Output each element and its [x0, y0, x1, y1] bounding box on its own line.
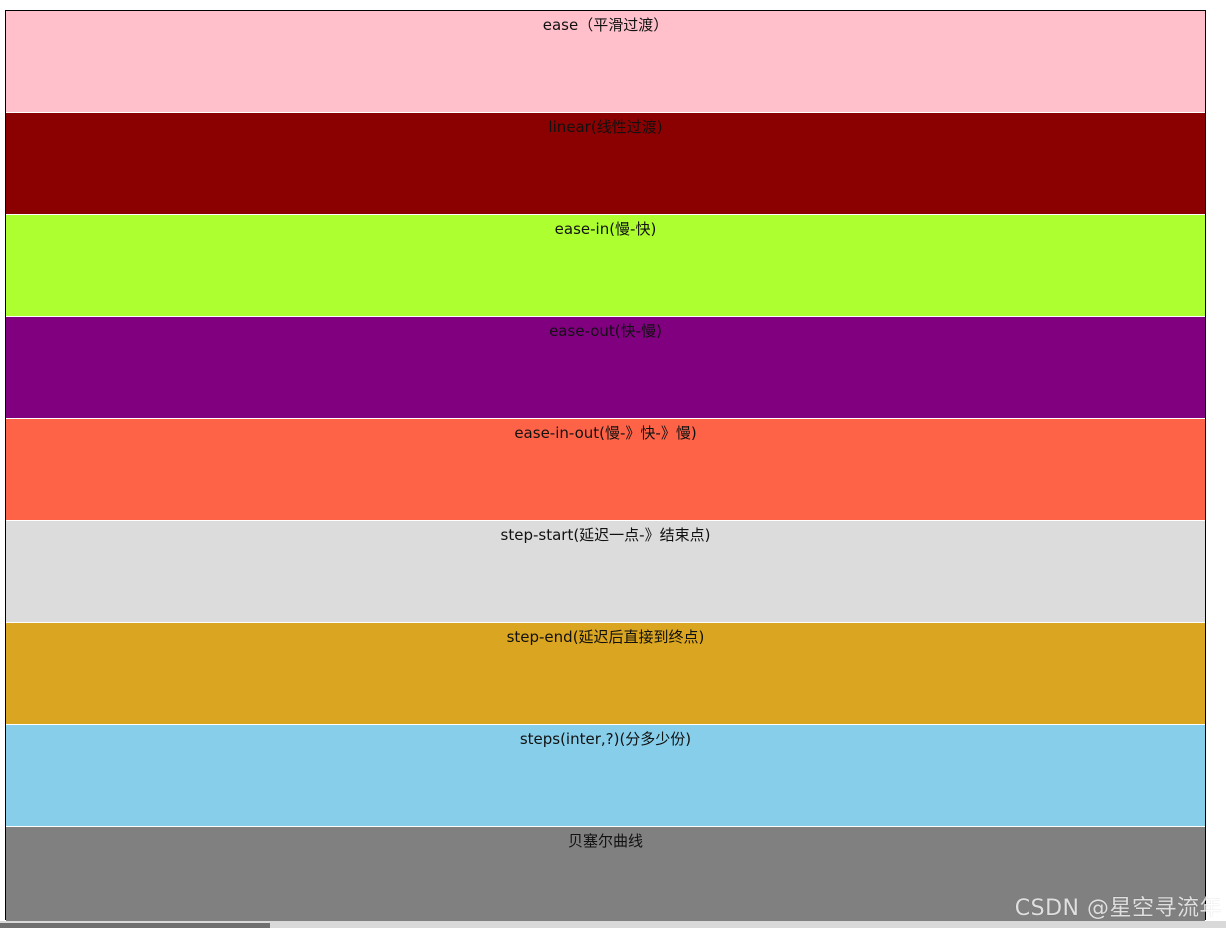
scrollbar-thumb[interactable] — [0, 923, 270, 928]
band-label: ease-in(慢-快) — [554, 220, 657, 238]
band-step-end: step-end(延迟后直接到终点) — [6, 623, 1205, 724]
band-ease-in-out: ease-in-out(慢-》快-》慢) — [6, 419, 1205, 520]
csdn-watermark: CSDN @星空寻流年 — [1014, 896, 1222, 921]
band-label: ease（平滑过渡） — [542, 16, 669, 34]
band-label: linear(线性过渡) — [548, 118, 663, 136]
horizontal-scrollbar[interactable] — [0, 921, 1226, 928]
band-steps: steps(inter,?)(分多少份) — [6, 725, 1205, 826]
band-label: step-start(延迟一点-》结束点) — [500, 526, 711, 544]
band-linear: linear(线性过渡) — [6, 113, 1205, 214]
band-ease-in: ease-in(慢-快) — [6, 215, 1205, 316]
band-label: ease-in-out(慢-》快-》慢) — [514, 424, 697, 442]
band-label: step-end(延迟后直接到终点) — [506, 628, 705, 646]
demo-frame: ease（平滑过渡） linear(线性过渡) ease-in(慢-快) eas… — [5, 10, 1206, 921]
band-label: ease-out(快-慢) — [549, 322, 662, 340]
band-ease-out: ease-out(快-慢) — [6, 317, 1205, 418]
band-label: 贝塞尔曲线 — [567, 832, 643, 850]
band-step-start: step-start(延迟一点-》结束点) — [6, 521, 1205, 622]
band-label: steps(inter,?)(分多少份) — [519, 730, 692, 748]
band-ease: ease（平滑过渡） — [6, 11, 1205, 112]
